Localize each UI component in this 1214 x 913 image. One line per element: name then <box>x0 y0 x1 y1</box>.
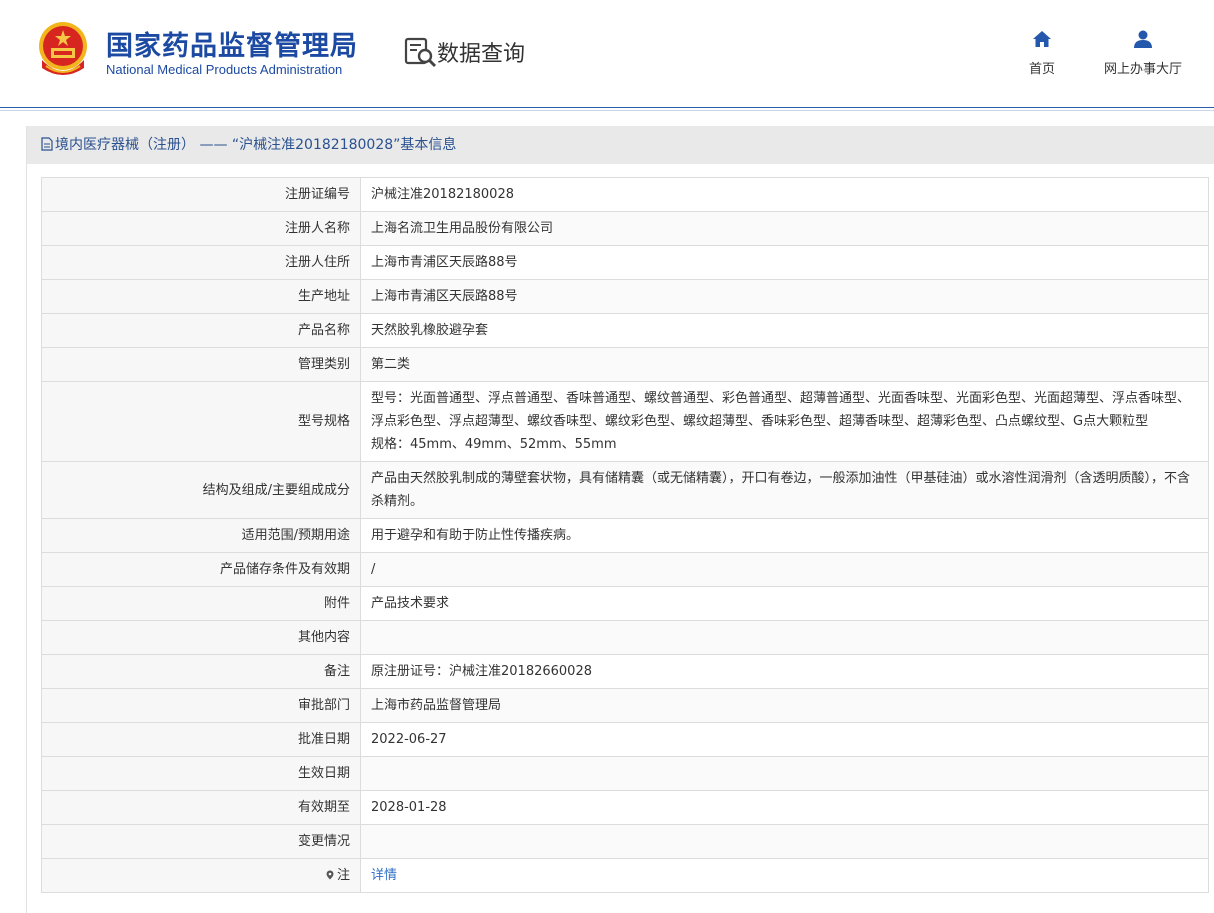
table-row: 产品储存条件及有效期 / <box>41 552 1209 587</box>
field-label: 变更情况 <box>41 824 361 859</box>
field-value <box>360 620 1209 655</box>
detail-panel: 境内医疗器械（注册） —— “沪械注准20182180028”基本信息 注册证编… <box>26 126 1214 913</box>
panel-header: 境内医疗器械（注册） —— “沪械注准20182180028”基本信息 <box>27 126 1214 164</box>
field-value: 产品技术要求 <box>360 586 1209 621</box>
header-divider <box>0 110 1214 111</box>
table-row: 注册证编号 沪械注准20182180028 <box>41 177 1209 212</box>
field-value: 天然胶乳橡胶避孕套 <box>360 313 1209 348</box>
field-value: / <box>360 552 1209 587</box>
field-value: 产品由天然胶乳制成的薄壁套状物，具有储精囊（或无储精囊），开口有卷边，一般添加油… <box>360 461 1209 519</box>
field-label: 其他内容 <box>41 620 361 655</box>
field-value <box>360 756 1209 791</box>
spec-list: 规格：45mm、49mm、52mm、55mm <box>371 437 617 452</box>
field-value: 上海名流卫生用品股份有限公司 <box>360 211 1209 246</box>
field-label: 注 <box>41 858 361 893</box>
field-label: 批准日期 <box>41 722 361 757</box>
nav-home-label: 首页 <box>1028 62 1055 77</box>
table-row: 型号规格 型号：光面普通型、浮点普通型、香味普通型、螺纹普通型、彩色普通型、超薄… <box>41 381 1209 462</box>
field-value: 第二类 <box>360 347 1209 382</box>
field-label: 有效期至 <box>41 790 361 825</box>
field-value: 2028-01-28 <box>360 790 1209 825</box>
field-value: 上海市青浦区天辰路88号 <box>360 279 1209 314</box>
note-label: 注 <box>336 868 350 883</box>
table-row: 注册人住所 上海市青浦区天辰路88号 <box>41 245 1209 280</box>
field-value: 用于避孕和有助于防止性传播疾病。 <box>360 518 1209 553</box>
basic-info-table: 注册证编号 沪械注准20182180028 注册人名称 上海名流卫生用品股份有限… <box>41 177 1209 893</box>
field-value: 上海市青浦区天辰路88号 <box>360 245 1209 280</box>
field-value: 上海市药品监督管理局 <box>360 688 1209 723</box>
table-row: 结构及组成/主要组成成分 产品由天然胶乳制成的薄壁套状物，具有储精囊（或无储精囊… <box>41 461 1209 519</box>
data-query-icon <box>404 37 437 68</box>
nav-online-hall-label: 网上办事大厅 <box>1103 62 1182 77</box>
field-label: 审批部门 <box>41 688 361 723</box>
field-label: 产品储存条件及有效期 <box>41 552 361 587</box>
table-row: 其他内容 <box>41 620 1209 655</box>
brand-title-en: National Medical Products Administration <box>106 62 343 77</box>
details-link[interactable]: 详情 <box>371 868 397 883</box>
table-row: 变更情况 <box>41 824 1209 859</box>
brand-title-cn: 国家药品监督管理局 <box>106 31 358 62</box>
field-value: 型号：光面普通型、浮点普通型、香味普通型、螺纹普通型、彩色普通型、超薄普通型、光… <box>360 381 1209 462</box>
field-value: 沪械注准20182180028 <box>360 177 1209 212</box>
table-row: 生效日期 <box>41 756 1209 791</box>
field-value: 详情 <box>360 858 1209 893</box>
field-value <box>360 824 1209 859</box>
site-header: 国家药品监督管理局 National Medical Products Admi… <box>0 0 1214 108</box>
table-row: 适用范围/预期用途 用于避孕和有助于防止性传播疾病。 <box>41 518 1209 553</box>
field-label: 结构及组成/主要组成成分 <box>41 461 361 519</box>
table-row: 附件 产品技术要求 <box>41 586 1209 621</box>
table-row: 审批部门 上海市药品监督管理局 <box>41 688 1209 723</box>
nav-online-hall-link[interactable]: 网上办事大厅 <box>1096 28 1190 77</box>
field-label: 注册人名称 <box>41 211 361 246</box>
table-row: 批准日期 2022-06-27 <box>41 722 1209 757</box>
home-icon <box>1033 31 1051 47</box>
model-list: 型号：光面普通型、浮点普通型、香味普通型、螺纹普通型、彩色普通型、超薄普通型、光… <box>371 391 1191 429</box>
table-row: 有效期至 2028-01-28 <box>41 790 1209 825</box>
field-label: 备注 <box>41 654 361 689</box>
location-pin-icon <box>326 870 334 880</box>
table-row: 注 详情 <box>41 858 1209 893</box>
table-row: 注册人名称 上海名流卫生用品股份有限公司 <box>41 211 1209 246</box>
field-label: 产品名称 <box>41 313 361 348</box>
page-title: 数据查询 <box>437 42 526 67</box>
national-emblem-icon <box>39 22 87 75</box>
document-icon <box>41 137 53 151</box>
field-label: 注册人住所 <box>41 245 361 280</box>
field-label: 注册证编号 <box>41 177 361 212</box>
field-label: 附件 <box>41 586 361 621</box>
field-value: 2022-06-27 <box>360 722 1209 757</box>
field-label: 管理类别 <box>41 347 361 382</box>
field-label: 生产地址 <box>41 279 361 314</box>
field-value: 原注册证号：沪械注准20182660028 <box>360 654 1209 689</box>
table-row: 产品名称 天然胶乳橡胶避孕套 <box>41 313 1209 348</box>
table-row: 备注 原注册证号：沪械注准20182660028 <box>41 654 1209 689</box>
user-icon <box>1134 30 1152 48</box>
panel-title: 境内医疗器械（注册） —— “沪械注准20182180028”基本信息 <box>55 137 457 153</box>
field-label: 生效日期 <box>41 756 361 791</box>
table-row: 管理类别 第二类 <box>41 347 1209 382</box>
nav-home-link[interactable]: 首页 <box>1022 28 1062 77</box>
field-label: 适用范围/预期用途 <box>41 518 361 553</box>
table-row: 生产地址 上海市青浦区天辰路88号 <box>41 279 1209 314</box>
field-label: 型号规格 <box>41 381 361 462</box>
